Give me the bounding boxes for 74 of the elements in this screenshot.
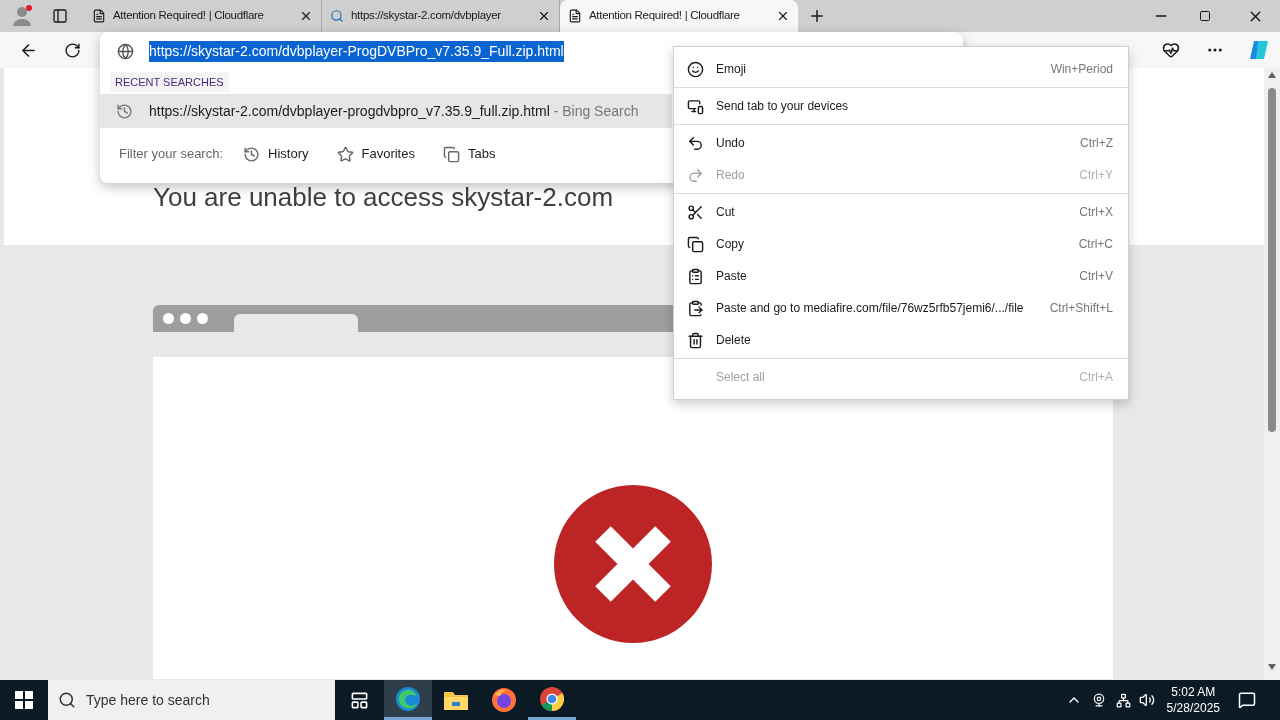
star-icon — [336, 145, 354, 163]
section-heading: RECENT SEARCHES — [110, 71, 229, 93]
devices-icon — [687, 97, 704, 115]
menu-item[interactable]: Undo Ctrl+Z — [674, 127, 1128, 159]
shortcut-text: Ctrl+Shift+L — [1049, 300, 1113, 317]
address-field[interactable]: https://skystar-2.com/dvbplayer-ProgDVBPro_v7.35.9_Full.zip.html — [149, 40, 564, 62]
trash-icon — [687, 331, 704, 349]
restore-icon[interactable] — [1199, 10, 1211, 22]
shortcut-text: Win+Period — [1050, 61, 1113, 78]
suggestion-item[interactable]: https://skystar-2.com/dvbplayer-progdvbpro_v7.35.9_full.zip.html - Bing Search — [100, 94, 672, 128]
tabs-icon — [442, 145, 460, 163]
redo-icon — [687, 166, 704, 184]
page-icon — [92, 9, 106, 23]
menu-item[interactable]: Copy Ctrl+C — [674, 228, 1128, 260]
firefox-icon — [491, 687, 517, 713]
network-icon[interactable] — [1115, 692, 1131, 708]
globe-icon — [117, 42, 134, 60]
tab-title: Attention Required! | Cloudflare — [113, 8, 265, 24]
clipboard-search-icon — [687, 299, 704, 317]
search-icon — [58, 691, 76, 709]
shortcut-text: Ctrl+Z — [1080, 135, 1113, 152]
tab-title: Attention Required! | Cloudflare — [589, 8, 741, 24]
history-icon — [116, 102, 133, 120]
edge-icon — [395, 685, 421, 712]
shortcut-text: Ctrl+V — [1079, 268, 1113, 285]
menu-item[interactable]: Cut Ctrl+X — [674, 196, 1128, 228]
copilot-icon[interactable] — [1248, 39, 1270, 61]
shortcut-text: Ctrl+Y — [1079, 167, 1113, 184]
profile-icon[interactable] — [11, 5, 33, 27]
scroll-up-icon[interactable] — [1268, 72, 1276, 78]
placeholder-text: Type here to search — [86, 690, 210, 710]
shortcut-text: Ctrl+A — [1079, 369, 1113, 386]
shortcut-text: Ctrl+X — [1079, 204, 1113, 221]
filter-button[interactable]: Tabs — [442, 144, 496, 164]
smiley-icon — [687, 60, 704, 78]
heart-pulse-icon[interactable] — [1162, 41, 1180, 59]
notification-icon[interactable] — [1238, 691, 1256, 709]
chrome-icon — [539, 685, 565, 712]
tab-title: https://skystar-2.com/dvbplayer — [351, 8, 502, 24]
folder-icon — [443, 689, 469, 711]
scrollbar[interactable] — [1264, 68, 1280, 680]
menu-item[interactable]: Delete — [674, 324, 1128, 356]
menu-item[interactable]: Paste and go to mediafire.com/file/76wz5rfb57jemi6/.../file Ctrl+Shift+L — [674, 292, 1128, 324]
suggestion-text: https://skystar-2.com/dvbplayer-progdvbpro_v7.35.9_full.zip.html - Bing Search — [149, 101, 639, 121]
menu-item[interactable]: Send tab to your devices — [674, 90, 1128, 122]
menu-item[interactable]: Emoji Win+Period — [674, 53, 1128, 85]
filter-button[interactable]: Favorites — [336, 144, 415, 164]
undo-icon — [687, 134, 704, 152]
close-icon[interactable] — [776, 9, 790, 23]
scroll-down-icon[interactable] — [1268, 664, 1276, 670]
page-icon — [568, 9, 582, 23]
refresh-icon[interactable] — [64, 41, 81, 59]
new-tab-icon[interactable] — [808, 7, 826, 25]
browser-tab[interactable]: Attention Required! | Cloudflare — [560, 0, 798, 32]
close-icon[interactable] — [537, 9, 551, 23]
error-icon — [553, 484, 713, 644]
history-icon — [243, 145, 261, 163]
clipboard-icon — [687, 267, 704, 285]
close-icon[interactable] — [299, 9, 313, 23]
windows-logo-icon[interactable] — [15, 691, 33, 709]
clock[interactable]: 5:02 AM 5/28/2025 — [1166, 684, 1220, 716]
page-heading: You are unable to access skystar-2.com — [153, 181, 614, 214]
filter-label: Filter your search: — [119, 145, 224, 164]
shortcut-text: Ctrl+C — [1078, 236, 1113, 253]
tab-actions-icon[interactable] — [52, 8, 68, 24]
filter-button[interactable]: History — [243, 144, 309, 164]
taskbar-search-field[interactable]: Type here to search — [48, 680, 335, 720]
webcam-icon[interactable] — [1091, 693, 1106, 707]
menu-item[interactable]: Paste Ctrl+V — [674, 260, 1128, 292]
search-icon — [330, 9, 344, 23]
scissors-icon — [687, 203, 704, 221]
copy-icon — [687, 235, 704, 253]
task-view-icon[interactable] — [350, 690, 369, 710]
speaker-icon[interactable] — [1138, 692, 1155, 708]
